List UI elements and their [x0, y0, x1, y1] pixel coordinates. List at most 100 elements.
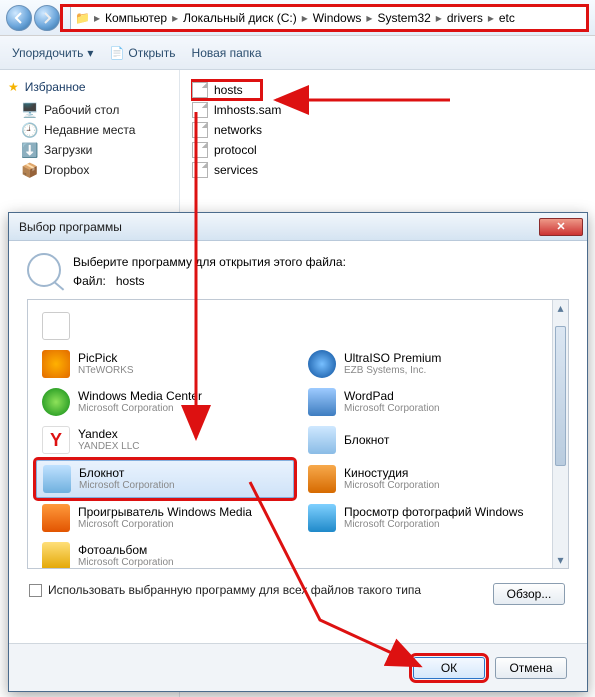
program-item-photoviewer[interactable]: Просмотр фотографий WindowsMicrosoft Cor… — [302, 500, 560, 536]
close-button[interactable]: ✕ — [539, 218, 583, 236]
breadcrumb-item[interactable]: drivers — [444, 11, 486, 25]
file-name: lmhosts.sam — [214, 103, 281, 117]
breadcrumb-item[interactable]: System32 — [374, 11, 433, 25]
program-item-picpick[interactable]: PicPickNTeWORKS — [36, 346, 294, 382]
file-icon — [192, 122, 208, 138]
breadcrumb-item[interactable]: Локальный диск (C:) — [180, 11, 300, 25]
download-icon: ⬇️ — [22, 142, 38, 158]
scrollbar[interactable]: ▴ ▾ — [552, 300, 568, 568]
forward-button[interactable] — [34, 5, 60, 31]
program-item-ultraiso[interactable]: UltraISO PremiumEZB Systems, Inc. — [302, 346, 560, 382]
ok-button[interactable]: ОК — [413, 657, 485, 679]
dialog-footer: ОК Отмена — [9, 643, 587, 691]
program-name: Фотоальбом — [78, 544, 174, 557]
toolbar-label: Новая папка — [192, 46, 262, 60]
file-item[interactable]: lmhosts.sam — [192, 100, 362, 120]
search-icon — [27, 253, 61, 287]
sidebar-item-label: Загрузки — [44, 143, 92, 157]
scroll-down-icon[interactable]: ▾ — [553, 552, 568, 568]
sidebar-item-recent[interactable]: 🕘Недавние места — [8, 120, 171, 140]
program-name: PicPick — [78, 352, 134, 365]
sidebar-item-desktop[interactable]: 🖥️Рабочий стол — [8, 100, 171, 120]
browse-button[interactable]: Обзор... — [493, 583, 565, 605]
desktop-icon: 🖥️ — [22, 102, 38, 118]
chevron-right-icon: ▸ — [366, 11, 372, 25]
program-vendor: YANDEX LLC — [78, 441, 140, 452]
program-vendor: Microsoft Corporation — [344, 480, 440, 491]
program-name: Yandex — [78, 428, 140, 441]
navigation-bar: 📁 ▸ Компьютер ▸ Локальный диск (C:) ▸ Wi… — [0, 0, 595, 36]
program-vendor: EZB Systems, Inc. — [344, 365, 441, 376]
open-button[interactable]: 📄 Открыть — [109, 46, 175, 60]
program-item-notepad-selected[interactable]: БлокнотMicrosoft Corporation — [36, 460, 294, 498]
program-name: Киностудия — [344, 467, 440, 480]
app-icon — [308, 426, 336, 454]
chevron-right-icon: ▸ — [94, 11, 100, 25]
dialog-headline: Выберите программу для открытия этого фа… — [73, 253, 346, 272]
dropbox-icon: 📦 — [22, 162, 38, 178]
file-item[interactable]: protocol — [192, 140, 362, 160]
address-bar[interactable]: 📁 ▸ Компьютер ▸ Локальный диск (C:) ▸ Wi… — [70, 6, 589, 30]
back-button[interactable] — [6, 5, 32, 31]
favorites-header[interactable]: ★ Избранное — [8, 80, 171, 94]
breadcrumb-item[interactable]: Компьютер — [102, 11, 170, 25]
file-item[interactable]: networks — [192, 120, 362, 140]
file-label: Файл: — [73, 274, 106, 288]
new-folder-button[interactable]: Новая папка — [192, 46, 262, 60]
program-name: UltraISO Premium — [344, 352, 441, 365]
program-vendor: Microsoft Corporation — [78, 519, 252, 530]
program-item-notepad-ru[interactable]: Блокнот — [302, 422, 560, 458]
file-name: services — [214, 163, 258, 177]
program-name: Проигрыватель Windows Media — [78, 506, 252, 519]
program-item-wmc[interactable]: Windows Media CenterMicrosoft Corporatio… — [36, 384, 294, 420]
dialog-titlebar[interactable]: Выбор программы ✕ — [9, 213, 587, 241]
program-vendor: Microsoft Corporation — [344, 519, 523, 530]
app-icon — [42, 426, 70, 454]
app-icon — [42, 504, 70, 532]
explorer-toolbar: Упорядочить ▾ 📄 Открыть Новая папка — [0, 36, 595, 70]
dialog-header: Выберите программу для открытия этого фа… — [9, 241, 587, 299]
cancel-button[interactable]: Отмена — [495, 657, 567, 679]
scrollbar-thumb[interactable] — [555, 326, 566, 466]
open-with-dialog: Выбор программы ✕ Выберите программу для… — [8, 212, 588, 692]
program-name: Windows Media Center — [78, 390, 202, 403]
document-icon: 📄 — [109, 46, 124, 60]
program-vendor: Microsoft Corporation — [78, 403, 202, 414]
chevron-right-icon: ▸ — [436, 11, 442, 25]
file-name: hosts — [214, 83, 243, 97]
sidebar-item-downloads[interactable]: ⬇️ Загрузки — [8, 140, 171, 160]
always-use-checkbox[interactable] — [29, 584, 42, 597]
file-icon — [192, 102, 208, 118]
sidebar-item-dropbox[interactable]: 📦 Dropbox — [8, 160, 171, 180]
file-item-hosts[interactable]: hosts — [192, 80, 262, 100]
file-icon — [192, 82, 208, 98]
app-icon — [308, 504, 336, 532]
file-name: protocol — [214, 143, 257, 157]
program-vendor: NTeWORKS — [78, 365, 134, 376]
favorites-label: Избранное — [25, 80, 86, 94]
program-item[interactable] — [36, 308, 294, 344]
app-icon — [42, 388, 70, 416]
program-item-wordpad[interactable]: WordPadMicrosoft Corporation — [302, 384, 560, 420]
program-vendor: Microsoft Corporation — [79, 480, 175, 491]
app-icon — [42, 350, 70, 378]
breadcrumb-item[interactable]: etc — [496, 11, 518, 25]
program-item-yandex[interactable]: YandexYANDEX LLC — [36, 422, 294, 458]
program-name: Блокнот — [79, 467, 175, 480]
organize-menu[interactable]: Упорядочить ▾ — [12, 46, 93, 60]
always-use-label: Использовать выбранную программу для все… — [48, 583, 421, 597]
scroll-up-icon[interactable]: ▴ — [553, 300, 568, 316]
program-name: WordPad — [344, 390, 440, 403]
breadcrumb-item[interactable]: Windows — [310, 11, 365, 25]
program-item-wmp[interactable]: Проигрыватель Windows MediaMicrosoft Cor… — [36, 500, 294, 536]
program-item-photoalbum[interactable]: ФотоальбомMicrosoft Corporation — [36, 538, 294, 569]
file-icon — [192, 142, 208, 158]
sidebar-item-label: Dropbox — [44, 163, 89, 177]
file-name: hosts — [116, 274, 145, 288]
chevron-right-icon: ▸ — [302, 11, 308, 25]
program-item-moviemaker[interactable]: КиностудияMicrosoft Corporation — [302, 460, 560, 498]
file-name: networks — [214, 123, 262, 137]
file-item[interactable]: services — [192, 160, 362, 180]
app-icon — [308, 350, 336, 378]
program-list: PicPickNTeWORKS UltraISO PremiumEZB Syst… — [27, 299, 569, 569]
